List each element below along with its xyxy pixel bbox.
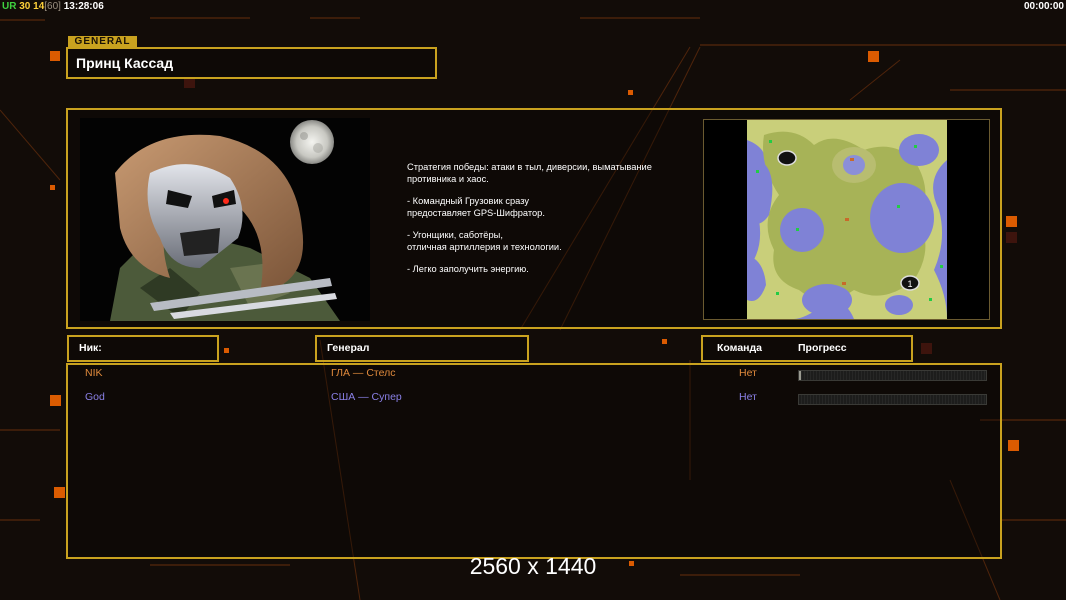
general-tag: GENERAL	[68, 36, 137, 48]
general-header-label: Генерал	[327, 342, 370, 354]
general-name: Принц Кассад	[76, 55, 174, 71]
player-progress-bar	[798, 370, 987, 381]
description-line: - Угонщики, саботёры, отличная артиллери…	[407, 230, 562, 252]
description-line: - Командный Грузовик сразу предоставляет…	[407, 196, 545, 218]
player-general: США — Супер	[331, 391, 402, 403]
fps-value: 30	[19, 1, 31, 12]
player-nick: NIK	[85, 367, 103, 379]
game-timer: 00:00:00	[1023, 1, 1064, 12]
portrait-image	[80, 118, 370, 321]
clock: 13:28:06	[63, 1, 104, 12]
column-header-nick: Ник:	[67, 335, 219, 362]
nick-header-label: Ник:	[79, 342, 102, 354]
column-header-general: Генерал	[315, 335, 529, 362]
start-position-label: 1	[907, 279, 912, 289]
fps-max: [60]	[44, 1, 61, 12]
player-progress-bar	[798, 394, 987, 405]
column-header-team-progress: Команда Прогресс	[701, 335, 913, 362]
fps-current: 14	[33, 1, 45, 12]
minimap-preview: 1	[703, 119, 990, 320]
strategy-description: Стратегия победы: атаки в тыл, диверсии,…	[407, 162, 687, 287]
status-bar: UR 30 14[60] 13:28:06 00:00:00	[0, 0, 1066, 14]
progress-header-label: Прогресс	[798, 342, 847, 354]
description-line: - Легко заполучить энергию.	[407, 264, 529, 274]
team-header-label: Команда	[717, 342, 762, 354]
player-progress-fill	[799, 371, 801, 380]
general-portrait	[80, 118, 370, 321]
player-row: God США — Супер Нет	[0, 391, 1066, 407]
resolution-label: 2560 x 1440	[469, 553, 597, 579]
player-nick: God	[85, 391, 105, 403]
performance-readout: UR 30 14[60] 13:28:06	[2, 1, 104, 12]
player-general: ГЛА — Стелс	[331, 367, 396, 379]
ur-label: UR	[2, 1, 17, 12]
general-name-box: Принц Кассад	[66, 47, 437, 79]
minimap-image: 1	[704, 120, 989, 319]
description-line: Стратегия победы: атаки в тыл, диверсии,…	[407, 162, 652, 184]
player-row: NIK ГЛА — Стелс Нет	[0, 367, 1066, 383]
player-team: Нет	[739, 367, 757, 379]
player-team: Нет	[739, 391, 757, 403]
